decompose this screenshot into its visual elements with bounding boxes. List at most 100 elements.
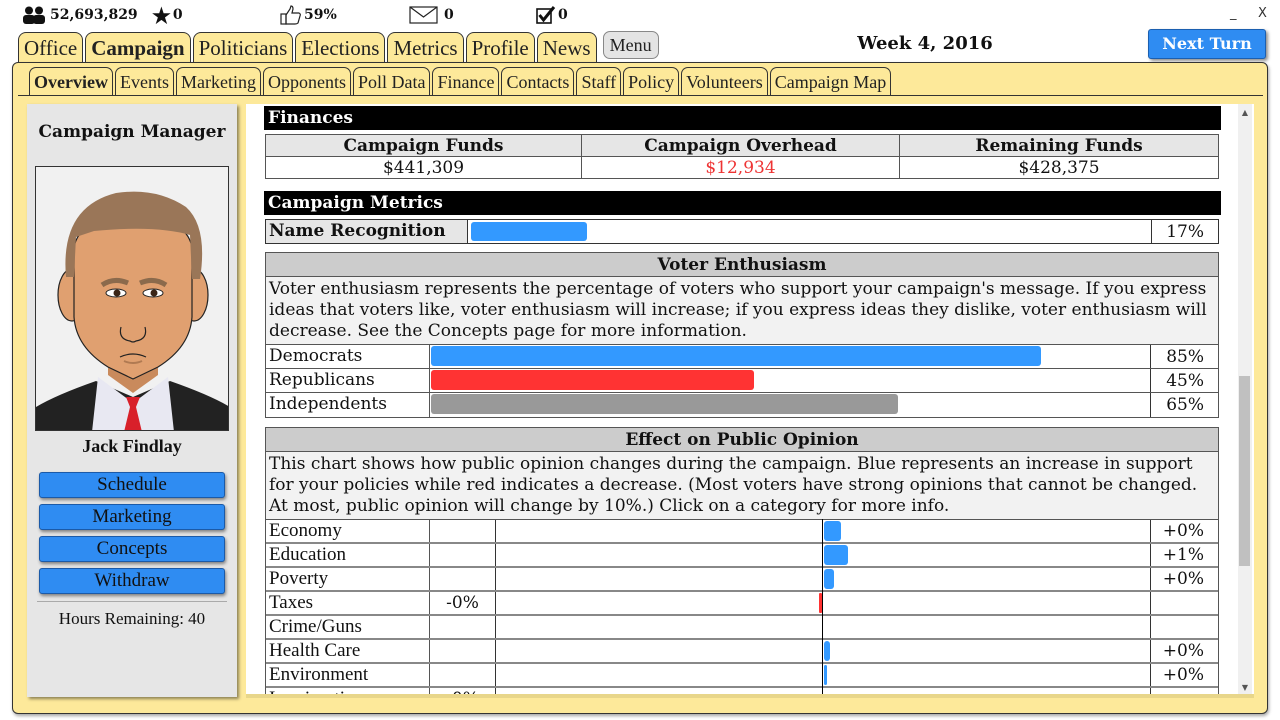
approval-stat: 59%	[280, 4, 337, 26]
enthusiasm-bar-democrats	[431, 346, 1041, 366]
opinion-positive-value	[1151, 616, 1218, 638]
subtab-campaign-map[interactable]: Campaign Map	[769, 67, 892, 96]
sub-tabs: Overview Events Marketing Opponents Poll…	[29, 67, 892, 96]
opinion-bar-economy	[824, 521, 841, 541]
tab-office[interactable]: Office	[18, 32, 84, 63]
campaign-metrics-heading: Campaign Metrics	[264, 191, 1221, 215]
opinion-negative-value	[430, 568, 496, 590]
next-turn-button[interactable]: Next Turn	[1148, 29, 1266, 59]
name-recognition-label: Name Recognition	[266, 220, 468, 243]
tab-profile[interactable]: Profile	[465, 32, 535, 63]
opinion-category[interactable]: Taxes	[266, 592, 430, 614]
minimize-button[interactable]: _	[1230, 6, 1237, 21]
opinion-bar-education	[824, 545, 848, 565]
voter-enthusiasm-description: Voter enthusiasm represents the percenta…	[266, 277, 1218, 345]
close-button[interactable]: X	[1258, 6, 1267, 21]
finances-table: Campaign Funds Campaign Overhead Remaini…	[265, 134, 1219, 179]
opinion-axis	[822, 663, 823, 689]
opinion-category[interactable]: Environment	[266, 664, 430, 686]
tab-metrics[interactable]: Metrics	[387, 32, 464, 63]
star-icon: ★	[152, 2, 171, 28]
population-stat: 52,693,829	[22, 4, 138, 26]
opinion-category[interactable]: Health Care	[266, 640, 430, 662]
tab-campaign[interactable]: Campaign	[85, 32, 191, 64]
messages-stat[interactable]: 0	[409, 4, 454, 26]
thumbs-up-icon	[280, 5, 301, 25]
public-opinion-box: Effect on Public Opinion This chart show…	[265, 427, 1219, 696]
scroll-up-arrow-icon[interactable]: ▲	[1238, 106, 1252, 120]
remaining-funds-value: $428,375	[899, 156, 1219, 179]
subtab-poll-data[interactable]: Poll Data	[352, 67, 431, 96]
opinion-category[interactable]: Poverty	[266, 568, 430, 590]
sidebar-divider	[37, 601, 227, 602]
subtab-contacts[interactable]: Contacts	[501, 67, 575, 96]
enthusiasm-row-republicans: Republicans 45%	[266, 369, 1218, 393]
opinion-axis	[822, 615, 823, 641]
hours-remaining: Hours Remaining: 40	[58, 609, 206, 628]
schedule-button[interactable]: Schedule	[39, 472, 225, 498]
name-recognition-row: Name Recognition 17%	[265, 219, 1219, 244]
opinion-positive-value: +0%	[1162, 521, 1204, 541]
opinion-row-crime-guns[interactable]: Crime/Guns	[266, 615, 1218, 641]
subtab-policy[interactable]: Policy	[623, 67, 680, 96]
campaign-overhead-header: Campaign Overhead	[581, 134, 900, 157]
subtab-events[interactable]: Events	[114, 67, 174, 96]
voter-enthusiasm-heading: Voter Enthusiasm	[266, 253, 1218, 277]
approval-value: 59%	[304, 7, 337, 23]
enthusiasm-label: Republicans	[266, 369, 430, 392]
envelope-icon	[409, 6, 438, 24]
opinion-positive-value	[1151, 592, 1218, 614]
tasks-stat[interactable]: 0	[536, 4, 568, 26]
menu-button[interactable]: Menu	[602, 31, 659, 59]
voter-enthusiasm-box: Voter Enthusiasm Voter enthusiasm repres…	[265, 252, 1219, 418]
opinion-negative-value	[430, 544, 496, 566]
manager-portrait	[35, 166, 229, 431]
subtab-opponents[interactable]: Opponents	[262, 67, 351, 96]
tab-politicians[interactable]: Politicians	[192, 32, 294, 63]
withdraw-button[interactable]: Withdraw	[39, 568, 225, 594]
opinion-row-poverty[interactable]: Poverty +0%	[266, 567, 1218, 593]
marketing-button[interactable]: Marketing	[39, 504, 225, 530]
subtab-finance[interactable]: Finance	[432, 67, 500, 96]
campaign-funds-value: $441,309	[265, 156, 582, 179]
tab-news[interactable]: News	[536, 32, 597, 63]
current-week: Week 4, 2016	[857, 33, 993, 54]
campaign-funds-header: Campaign Funds	[265, 134, 582, 157]
opinion-negative-value: -0%	[430, 592, 496, 614]
scroll-down-arrow-icon[interactable]: ▼	[1238, 681, 1252, 695]
main-tabs: Office Campaign Politicians Elections Me…	[18, 31, 659, 64]
enthusiasm-row-democrats: Democrats 85%	[266, 345, 1218, 369]
opinion-negative-value	[430, 664, 496, 686]
enthusiasm-value: 65%	[1166, 395, 1204, 415]
panel-title: Campaign Manager	[38, 122, 226, 142]
opinion-row-taxes[interactable]: Taxes -0%	[266, 591, 1218, 617]
opinion-axis	[822, 639, 823, 665]
opinion-bar-poverty	[824, 569, 834, 589]
opinion-row-education[interactable]: Education +1%	[266, 543, 1218, 569]
content-scrollbar[interactable]: ▲ ▼	[1238, 104, 1252, 696]
tab-elections[interactable]: Elections	[295, 32, 386, 63]
opinion-category[interactable]: Economy	[266, 520, 430, 542]
tasks-value: 0	[558, 7, 568, 23]
opinion-row-health-care[interactable]: Health Care +0%	[266, 639, 1218, 665]
enthusiasm-label: Independents	[266, 393, 430, 417]
opinion-row-economy[interactable]: Economy +0%	[266, 519, 1218, 545]
name-recognition-value: 17%	[1166, 222, 1204, 242]
opinion-axis	[822, 567, 823, 593]
messages-value: 0	[444, 7, 454, 23]
opinion-row-environment[interactable]: Environment +0%	[266, 663, 1218, 689]
subtab-overview[interactable]: Overview	[29, 67, 113, 96]
public-opinion-heading: Effect on Public Opinion	[266, 428, 1218, 452]
remaining-funds-header: Remaining Funds	[899, 134, 1219, 157]
scroll-thumb[interactable]	[1239, 376, 1250, 566]
opinion-bar-taxes	[819, 593, 822, 613]
opinion-category[interactable]: Crime/Guns	[266, 616, 430, 638]
opinion-category[interactable]: Education	[266, 544, 430, 566]
concepts-button[interactable]: Concepts	[39, 536, 225, 562]
name-recognition-bar-cell	[468, 220, 1152, 243]
subtab-volunteers[interactable]: Volunteers	[681, 67, 768, 96]
public-opinion-description: This chart shows how public opinion chan…	[266, 452, 1218, 520]
subtab-staff[interactable]: Staff	[576, 67, 622, 96]
subtab-marketing[interactable]: Marketing	[175, 67, 261, 96]
enthusiasm-value: 45%	[1166, 371, 1204, 391]
